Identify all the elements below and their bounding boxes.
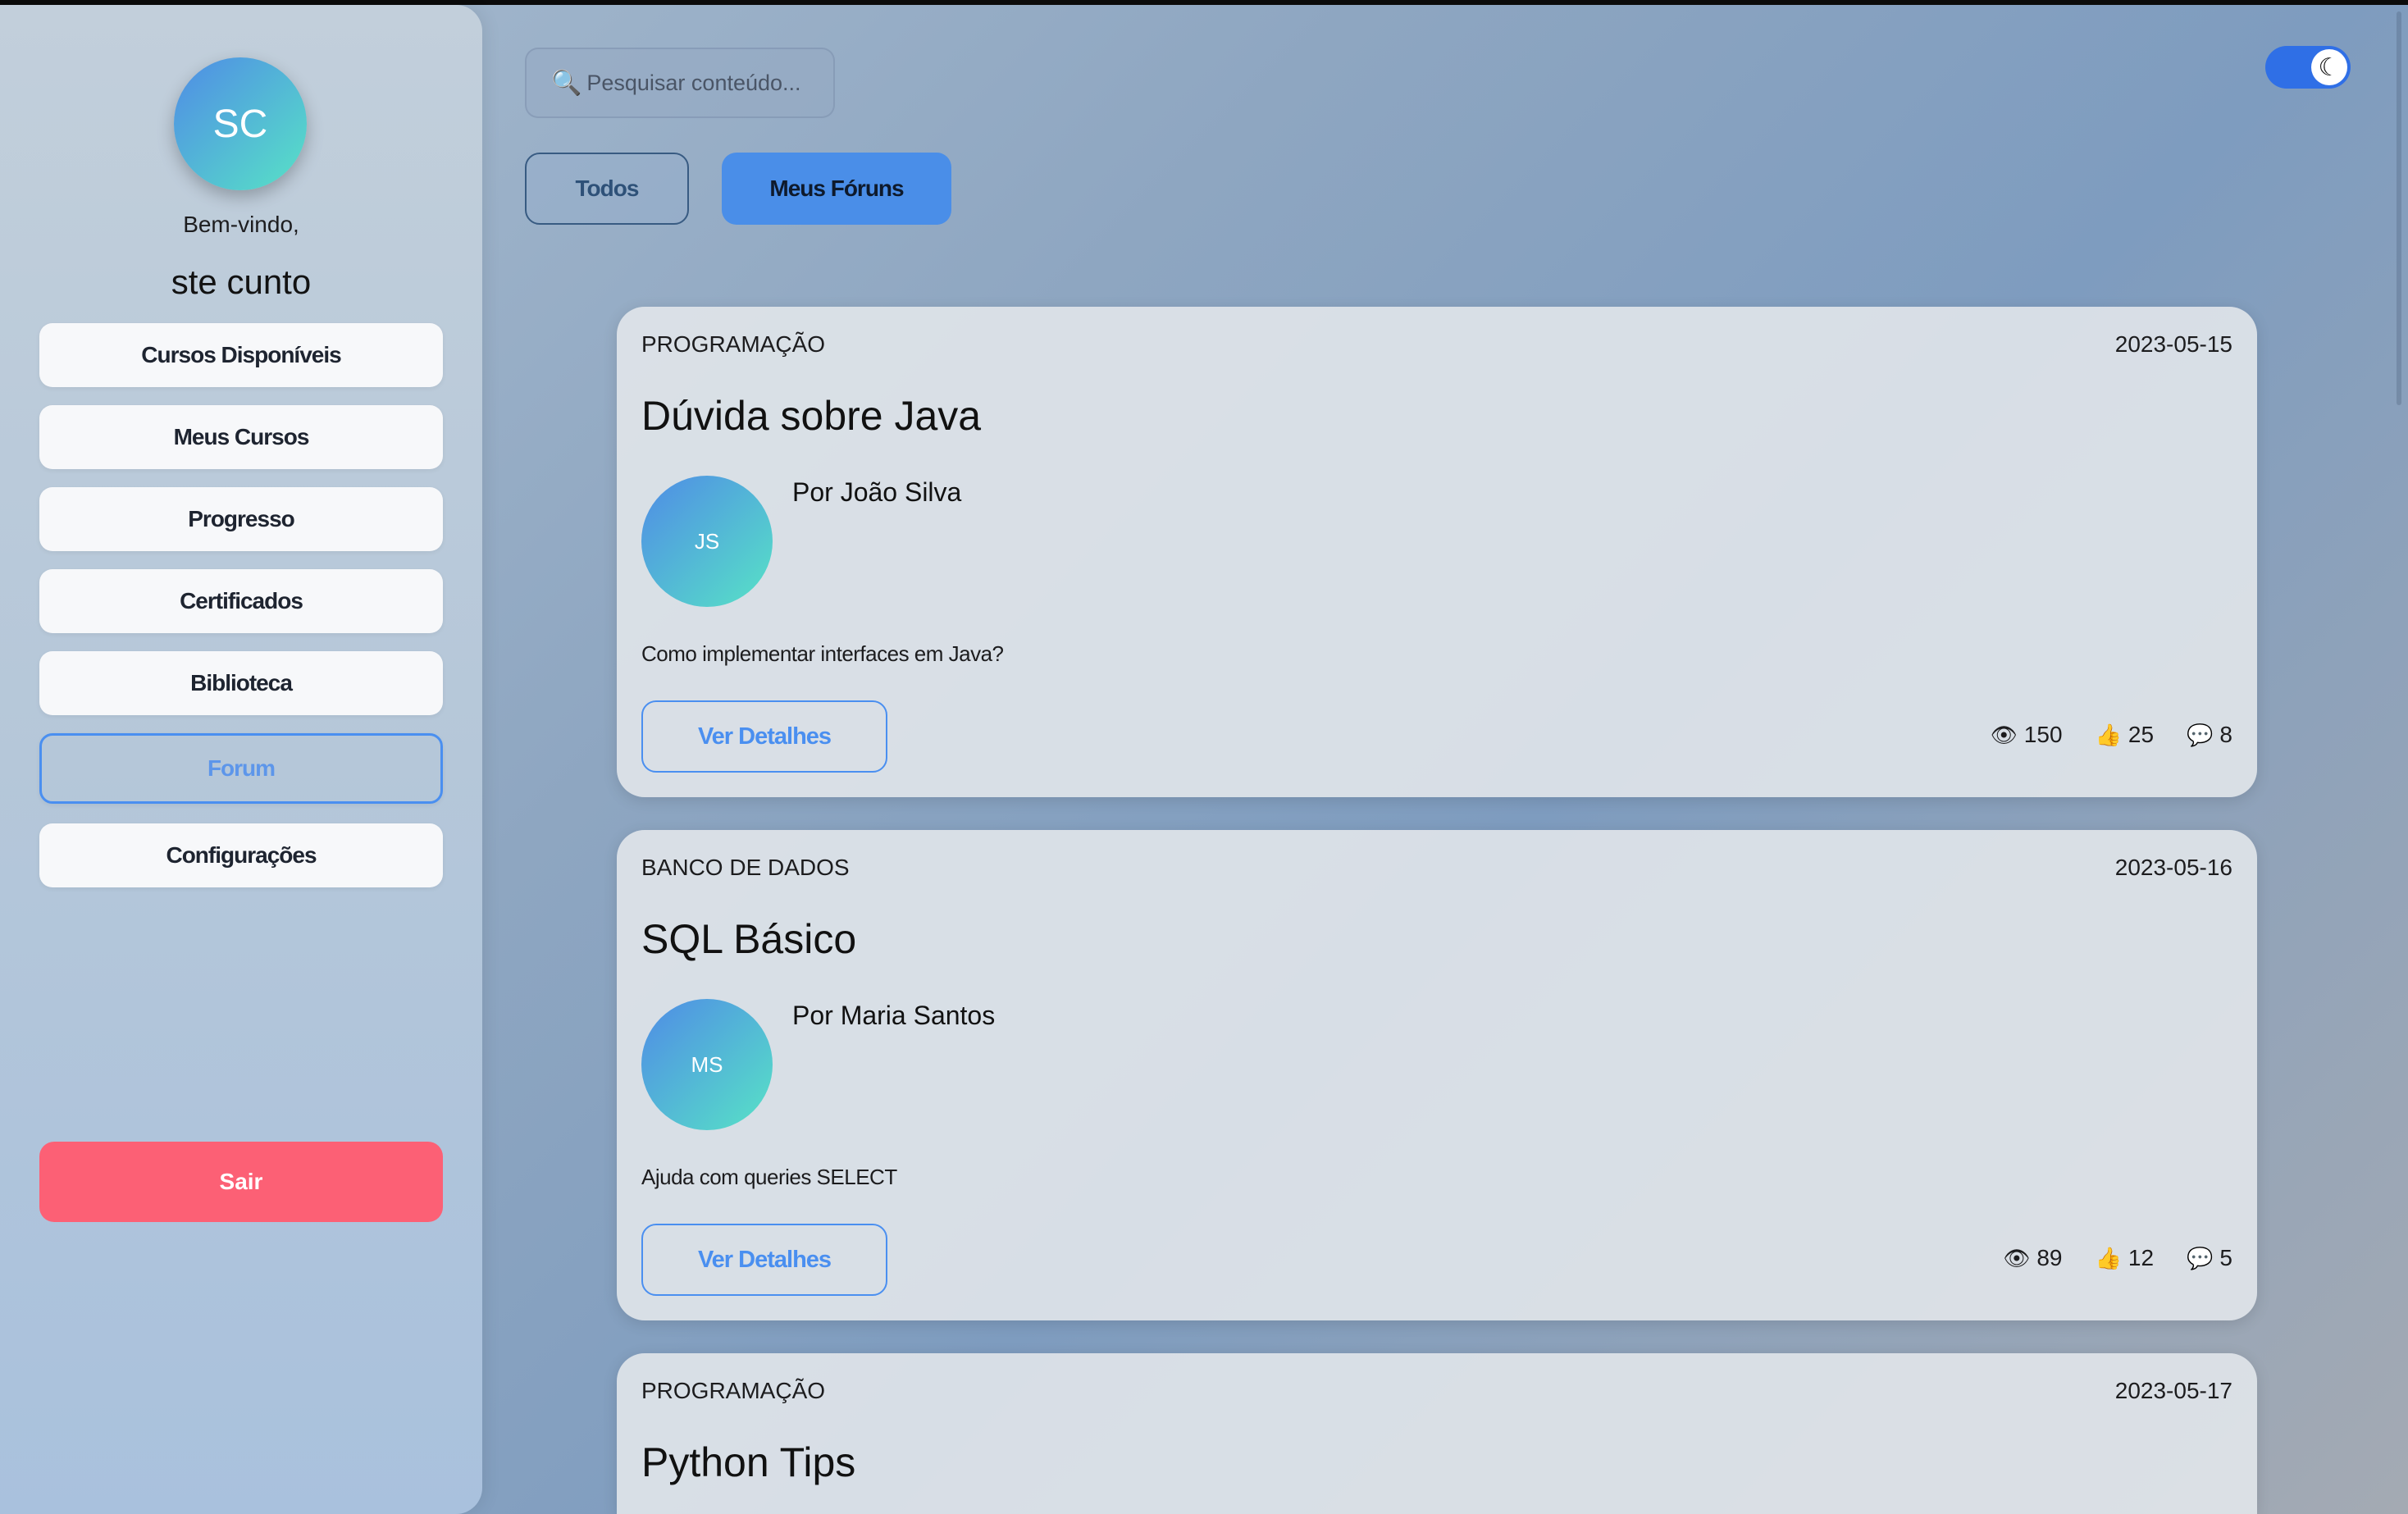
post-author: Por João Silva xyxy=(792,477,962,507)
post-stats: 👁 89 👍 12 💬 5 xyxy=(2003,1245,2232,1271)
post-category: PROGRAMAÇÃO xyxy=(641,331,826,357)
view-details-button[interactable]: Ver Detalhes xyxy=(641,1224,887,1296)
logout-button[interactable]: Sair xyxy=(39,1142,443,1222)
view-details-button[interactable]: Ver Detalhes xyxy=(641,700,887,773)
search-icon: 🔍 xyxy=(551,69,582,97)
post-category: BANCO DE DADOS xyxy=(641,855,850,880)
thumbs-up-icon: 👍 xyxy=(2095,1245,2122,1270)
forum-post-card: PROGRAMAÇÃO 2023-05-17 Python Tips xyxy=(617,1353,2257,1514)
nav-progresso[interactable]: Progresso xyxy=(39,487,443,551)
welcome-text: Bem-vindo, xyxy=(183,212,299,237)
username: ste cunto xyxy=(171,262,312,301)
post-title: SQL Básico xyxy=(641,916,857,962)
post-title: Python Tips xyxy=(641,1439,856,1485)
comments-count: 5 xyxy=(2219,1245,2232,1270)
author-avatar: JS xyxy=(641,476,773,607)
views-count: 150 xyxy=(2023,722,2063,747)
post-date: 2023-05-16 xyxy=(2114,855,2232,880)
user-avatar[interactable]: SC xyxy=(174,57,307,190)
post-author: Por Maria Santos xyxy=(792,1001,996,1030)
forum-post-card: PROGRAMAÇÃO 2023-05-15 Dúvida sobre Java… xyxy=(617,307,2257,797)
post-title: Dúvida sobre Java xyxy=(641,393,982,439)
author-avatar: MS xyxy=(641,999,773,1130)
eye-icon: 👁 xyxy=(2003,1245,2031,1270)
nav-cursos-disponiveis[interactable]: Cursos Disponíveis xyxy=(39,323,443,387)
post-date: 2023-05-17 xyxy=(2114,1378,2232,1403)
nav-configuracoes[interactable]: Configurações xyxy=(39,823,443,887)
comment-icon: 💬 xyxy=(2187,1245,2214,1270)
post-date: 2023-05-15 xyxy=(2114,331,2232,357)
nav-certificados[interactable]: Certificados xyxy=(39,569,443,633)
post-stats: 👁 150 👍 25 💬 8 xyxy=(1991,722,2232,748)
search-placeholder: Pesquisar conteúdo... xyxy=(586,70,801,95)
moon-icon: ☾ xyxy=(2311,49,2347,85)
scrollbar-thumb[interactable] xyxy=(2397,11,2401,405)
filter-all-button[interactable]: Todos xyxy=(525,153,689,225)
post-description: Ajuda com queries SELECT xyxy=(641,1165,897,1189)
eye-icon: 👁 xyxy=(1990,722,2018,747)
post-category: PROGRAMAÇÃO xyxy=(641,1378,826,1403)
post-description: Como implementar interfaces em Java? xyxy=(641,641,1004,666)
thumbs-up-icon: 👍 xyxy=(2095,722,2122,747)
filter-my-forums-button[interactable]: Meus Fóruns xyxy=(722,153,951,225)
forum-post-card: BANCO DE DADOS 2023-05-16 SQL Básico MS … xyxy=(617,830,2257,1320)
views-count: 89 xyxy=(2036,1245,2063,1270)
comments-count: 8 xyxy=(2219,722,2232,747)
likes-count: 25 xyxy=(2128,722,2155,747)
likes-count: 12 xyxy=(2128,1245,2155,1270)
sidebar: SC Bem-vindo, ste cunto Cursos Disponíve… xyxy=(0,5,482,1514)
theme-toggle[interactable]: ☾ xyxy=(2265,46,2351,89)
comment-icon: 💬 xyxy=(2187,722,2214,747)
nav-biblioteca[interactable]: Biblioteca xyxy=(39,651,443,715)
nav-meus-cursos[interactable]: Meus Cursos xyxy=(39,405,443,469)
search-input[interactable]: 🔍 Pesquisar conteúdo... xyxy=(525,48,835,118)
nav-forum[interactable]: Forum xyxy=(39,733,443,804)
